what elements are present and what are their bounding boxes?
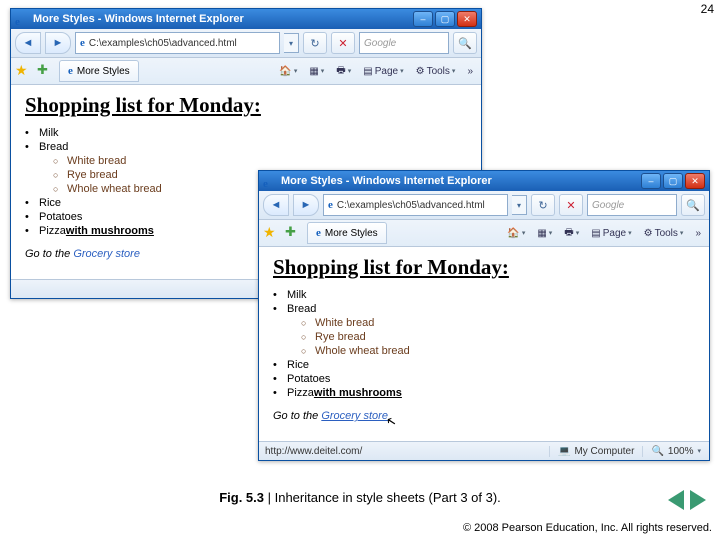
page-heading: Shopping list for Monday:: [25, 93, 467, 118]
address-text: C:\examples\ch05\advanced.html: [337, 200, 485, 211]
window-title: More Styles - Windows Internet Explorer: [281, 175, 641, 187]
ie-icon: e: [263, 174, 277, 188]
feeds-button[interactable]: ▦▾: [305, 66, 328, 77]
favorites-icon[interactable]: ★: [15, 62, 33, 80]
list-item: Pizza with mushrooms: [273, 386, 695, 400]
list-item: Bread: [25, 140, 467, 154]
list-item: Rye bread: [273, 330, 695, 344]
titlebar[interactable]: e More Styles - Windows Internet Explore…: [11, 9, 481, 29]
list-item: Milk: [25, 126, 467, 140]
refresh-button[interactable]: ↻: [531, 194, 555, 216]
minimize-button[interactable]: –: [641, 173, 661, 189]
figure-caption: Fig. 5.3 | Inheritance in style sheets (…: [0, 490, 720, 505]
close-button[interactable]: ✕: [685, 173, 705, 189]
page-content: Shopping list for Monday: Milk Bread Whi…: [259, 247, 709, 441]
browser-window-2: e More Styles - Windows Internet Explore…: [258, 170, 710, 461]
status-zone: 💻 My Computer: [549, 446, 642, 457]
address-dropdown[interactable]: ▾: [284, 33, 299, 53]
refresh-button[interactable]: ↻: [303, 32, 327, 54]
list-item: Whole wheat bread: [273, 344, 695, 358]
ie-icon: e: [15, 12, 29, 26]
back-button[interactable]: ◄: [263, 194, 289, 216]
address-dropdown[interactable]: ▾: [512, 195, 527, 215]
list-item: Rice: [273, 358, 695, 372]
maximize-button[interactable]: ▢: [663, 173, 683, 189]
list-item: Potatoes: [273, 372, 695, 386]
slide-number: 24: [701, 2, 714, 16]
status-bar: http://www.deitel.com/ 💻 My Computer 🔍 1…: [259, 441, 709, 460]
copyright: © 2008 Pearson Education, Inc. All right…: [463, 522, 712, 534]
close-button[interactable]: ✕: [457, 11, 477, 27]
chevron-more[interactable]: »: [691, 228, 705, 239]
home-button[interactable]: 🏠▾: [275, 66, 301, 77]
goto-line: Go to the Grocery store ↖: [273, 410, 695, 422]
tab-more-styles[interactable]: eMore Styles: [307, 222, 387, 244]
slide-nav: [668, 490, 706, 510]
maximize-button[interactable]: ▢: [435, 11, 455, 27]
chevron-more[interactable]: »: [463, 66, 477, 77]
address-text: C:\examples\ch05\advanced.html: [89, 38, 237, 49]
print-button[interactable]: 🖶▾: [560, 225, 583, 242]
minimize-button[interactable]: –: [413, 11, 433, 27]
tools-menu[interactable]: ⚙ Tools▾: [412, 66, 460, 77]
search-input[interactable]: Google: [359, 32, 449, 54]
cursor-icon: ↖: [383, 413, 399, 432]
add-favorite-icon[interactable]: ✚: [285, 224, 303, 242]
status-zoom[interactable]: 🔍 100% ▾: [642, 446, 709, 457]
prev-slide-button[interactable]: [668, 490, 684, 510]
page-menu[interactable]: ▤ Page▾: [587, 228, 635, 239]
stop-button[interactable]: ✕: [559, 194, 583, 216]
list-item: Bread: [273, 302, 695, 316]
stop-button[interactable]: ✕: [331, 32, 355, 54]
list-item: White bread: [25, 154, 467, 168]
page-menu[interactable]: ▤ Page▾: [359, 66, 407, 77]
search-go-button[interactable]: 🔍: [681, 194, 705, 216]
back-button[interactable]: ◄: [15, 32, 41, 54]
grocery-link[interactable]: Grocery store: [73, 248, 140, 260]
print-button[interactable]: 🖶▾: [332, 63, 355, 80]
address-bar[interactable]: eC:\examples\ch05\advanced.html: [75, 32, 280, 54]
address-bar[interactable]: eC:\examples\ch05\advanced.html: [323, 194, 508, 216]
status-url: http://www.deitel.com/: [259, 446, 549, 457]
favorites-icon[interactable]: ★: [263, 224, 281, 242]
tab-label: More Styles: [325, 228, 378, 239]
tab-more-styles[interactable]: eMore Styles: [59, 60, 139, 82]
home-button[interactable]: 🏠▾: [503, 228, 529, 239]
grocery-link[interactable]: Grocery store: [321, 410, 388, 422]
page-heading: Shopping list for Monday:: [273, 255, 695, 280]
list-item: White bread: [273, 316, 695, 330]
tools-menu[interactable]: ⚙ Tools▾: [640, 228, 688, 239]
titlebar[interactable]: e More Styles - Windows Internet Explore…: [259, 171, 709, 191]
search-input[interactable]: Google: [587, 194, 677, 216]
forward-button[interactable]: ►: [45, 32, 71, 54]
search-go-button[interactable]: 🔍: [453, 32, 477, 54]
add-favorite-icon[interactable]: ✚: [37, 62, 55, 80]
tab-label: More Styles: [77, 66, 130, 77]
next-slide-button[interactable]: [690, 490, 706, 510]
feeds-button[interactable]: ▦▾: [533, 228, 556, 239]
forward-button[interactable]: ►: [293, 194, 319, 216]
window-title: More Styles - Windows Internet Explorer: [33, 13, 413, 25]
list-item: Milk: [273, 288, 695, 302]
